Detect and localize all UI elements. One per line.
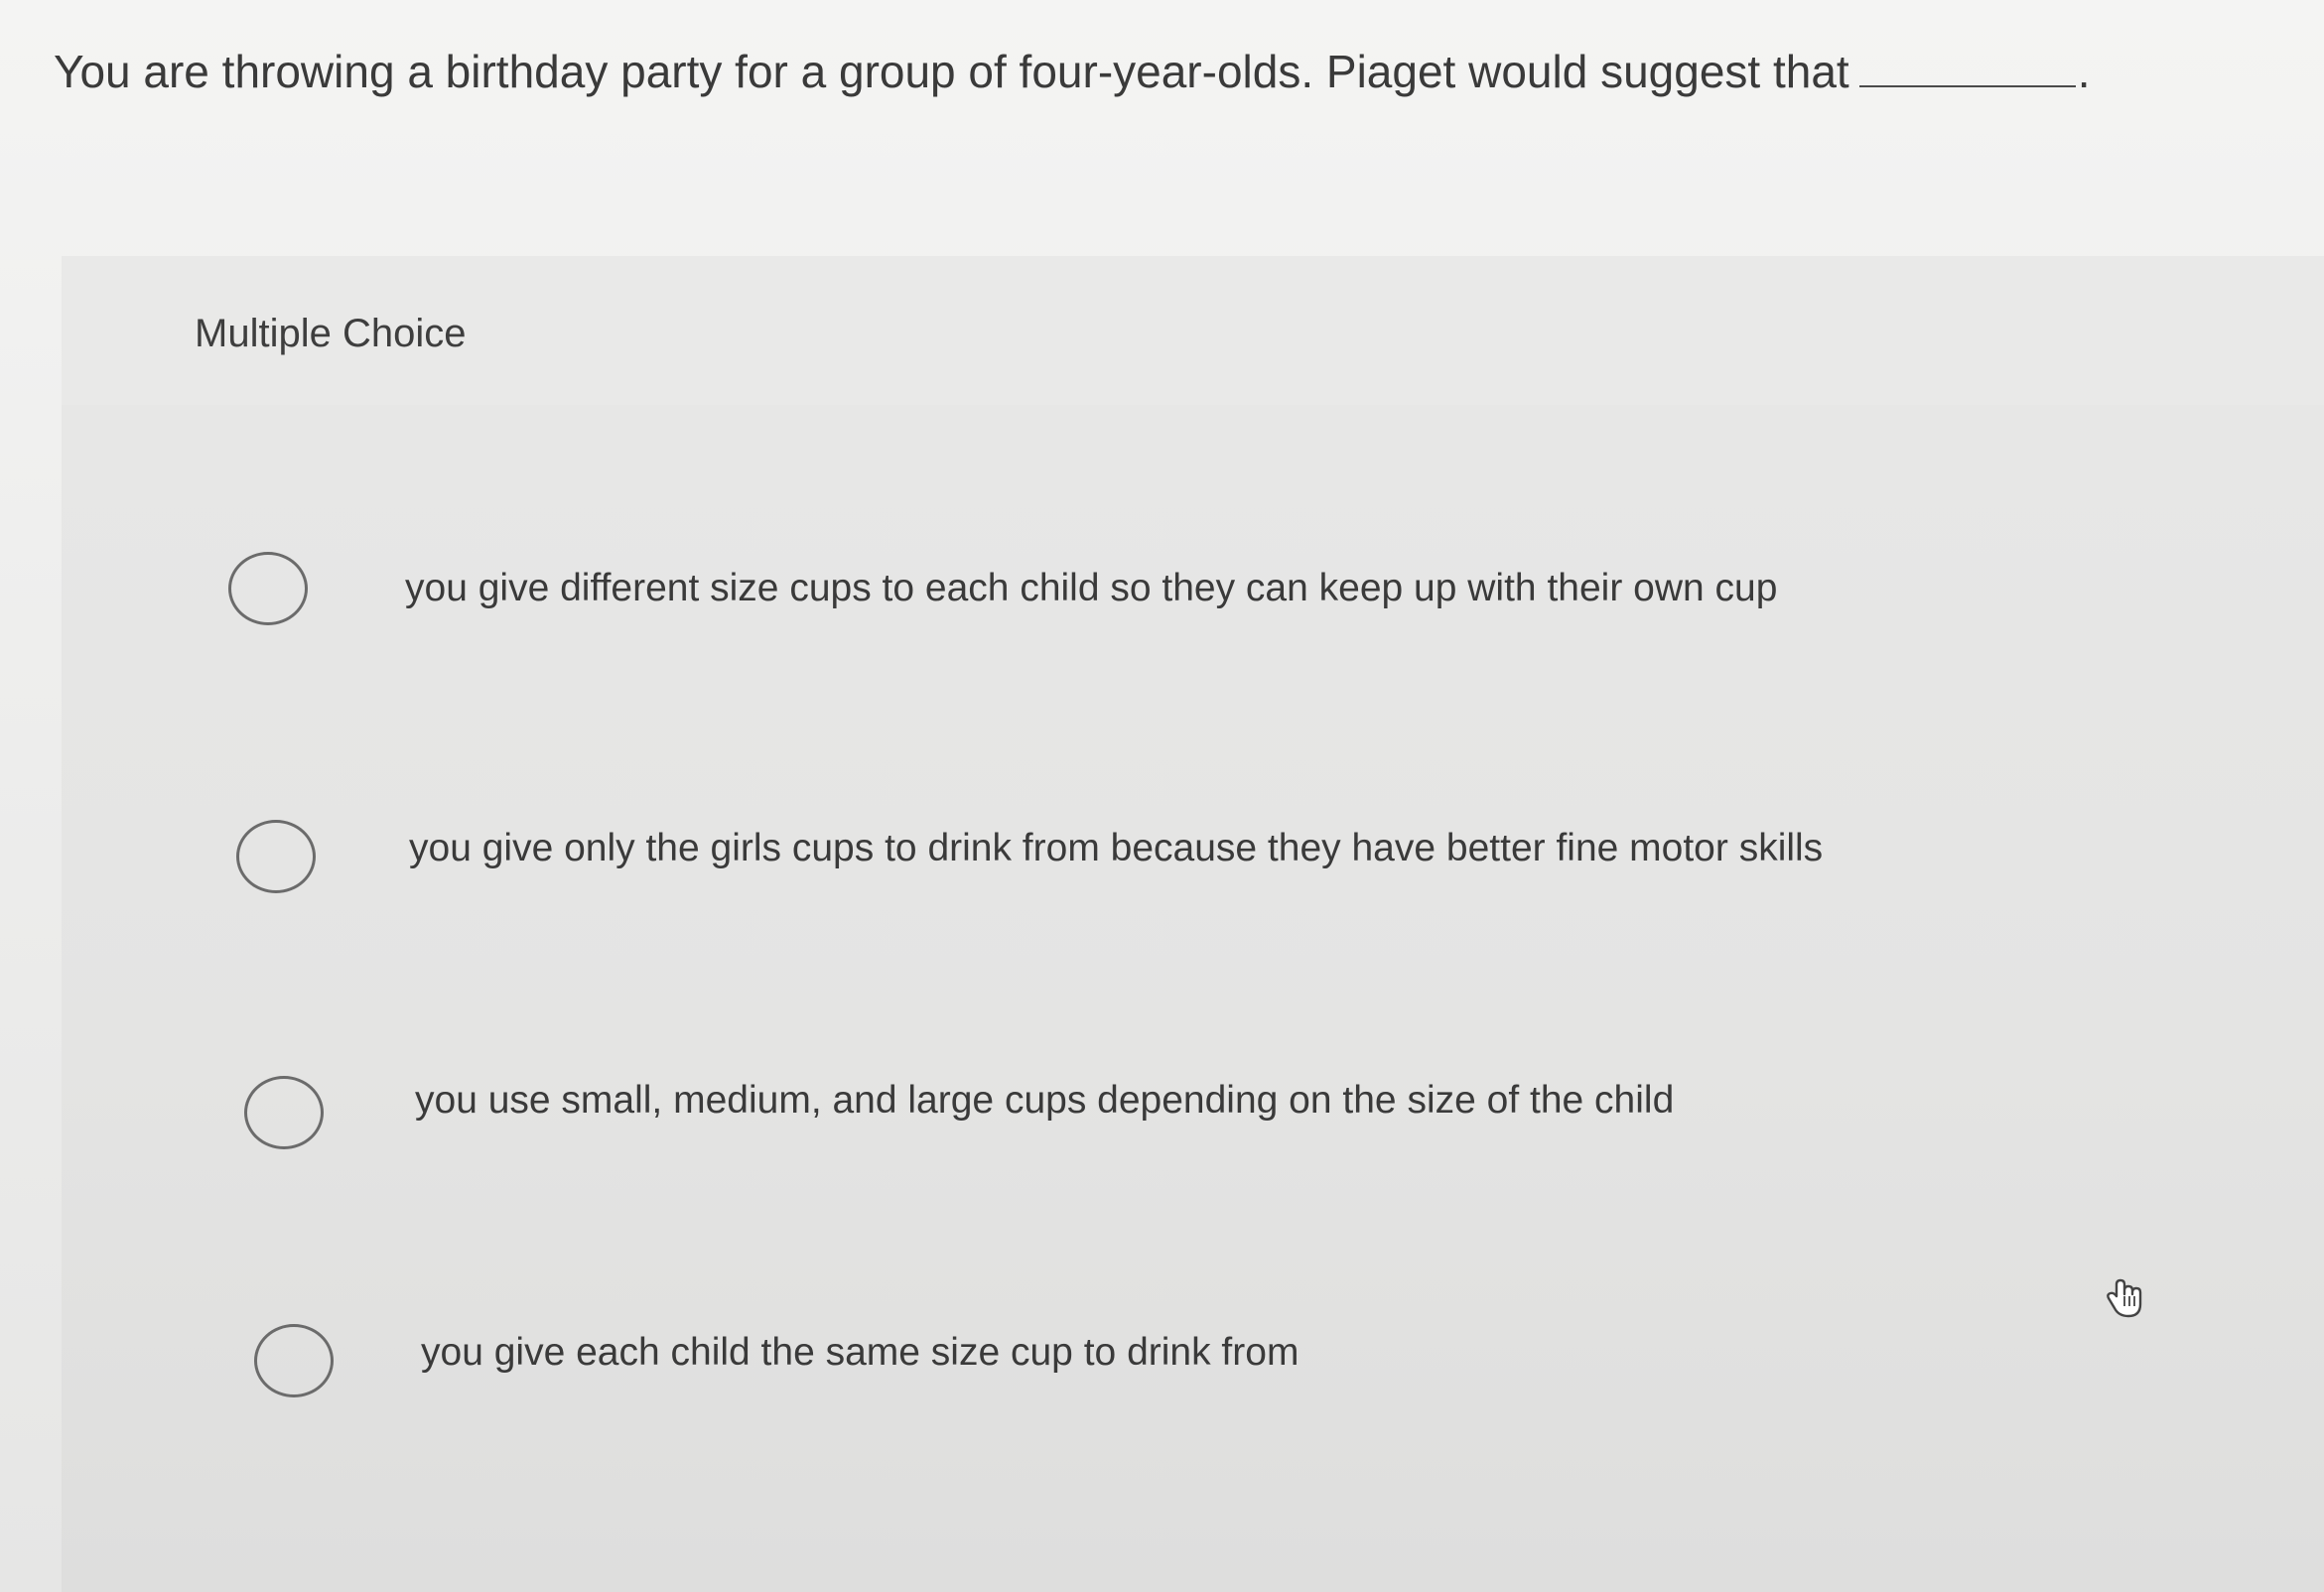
answer-blank	[1858, 42, 2076, 87]
radio-button-icon[interactable]	[228, 552, 308, 625]
hand-pointer-cursor-icon	[2107, 1278, 2142, 1318]
answer-option-label: you give each child the same size cup to…	[421, 1331, 1299, 1374]
answer-option-1[interactable]: you give different size cups to each chi…	[218, 536, 1906, 645]
multiple-choice-label: Multiple Choice	[195, 312, 467, 355]
radio-button-icon[interactable]	[244, 1076, 324, 1149]
answer-option-label: you give only the girls cups to drink fr…	[409, 827, 1824, 869]
answer-option-2[interactable]: you give only the girls cups to drink fr…	[224, 794, 1912, 903]
answer-option-3[interactable]: you use small, medium, and large cups de…	[234, 1052, 1922, 1161]
radio-button-icon[interactable]	[236, 820, 316, 893]
answer-option-label: you give different size cups to each chi…	[405, 567, 1778, 609]
question-stem: You are throwing a birthday party for a …	[54, 46, 1849, 97]
answer-option-4[interactable]: you give each child the same size cup to…	[244, 1300, 1932, 1409]
radio-button-icon[interactable]	[254, 1324, 334, 1397]
question-text: You are throwing a birthday party for a …	[54, 40, 2277, 103]
question-end-punct: .	[2077, 46, 2091, 97]
answer-option-label: you use small, medium, and large cups de…	[415, 1079, 1675, 1122]
